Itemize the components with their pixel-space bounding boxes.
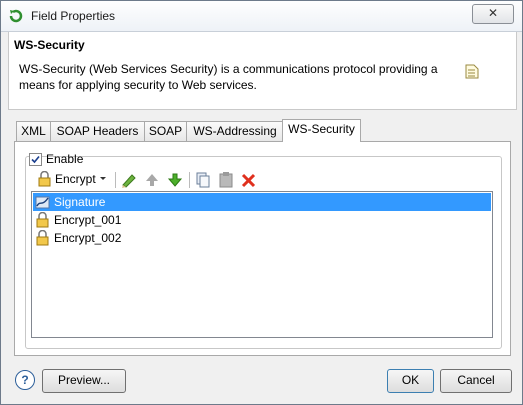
ok-button-label: OK — [401, 373, 420, 387]
list-item[interactable]: Encrypt_001 — [33, 211, 491, 229]
preview-button-label: Preview... — [57, 373, 111, 387]
toolbar-separator — [189, 172, 190, 188]
help-icon: ? — [21, 373, 29, 387]
edit-icon[interactable] — [120, 171, 138, 189]
security-items-list[interactable]: Signature Encrypt_001 Encrypt_002 — [31, 191, 493, 338]
list-item-label: Encrypt_001 — [54, 213, 122, 227]
lock-icon — [36, 230, 49, 246]
tab-soap-headers[interactable]: SOAP Headers — [50, 121, 145, 141]
list-item-label: Signature — [54, 195, 106, 209]
enable-label: Enable — [46, 152, 84, 166]
tab-xml[interactable]: XML — [16, 121, 51, 141]
tab-label: SOAP — [148, 124, 183, 138]
enable-checkbox[interactable] — [29, 153, 42, 166]
list-item[interactable]: Encrypt_002 — [33, 229, 491, 247]
encrypt-dropdown-button[interactable]: Encrypt — [35, 169, 111, 189]
move-down-icon[interactable] — [166, 171, 184, 189]
header-panel: WS-Security WS-Security (Web Services Se… — [8, 32, 517, 110]
move-up-icon[interactable] — [143, 171, 161, 189]
title-bar: Field Properties ✕ — [1, 1, 522, 32]
close-icon: ✕ — [487, 6, 499, 20]
copy-icon[interactable] — [194, 171, 212, 189]
document-icon — [465, 64, 479, 79]
lock-icon — [36, 212, 49, 228]
tab-label: WS-Security — [288, 122, 355, 136]
checkmark-icon — [31, 155, 40, 164]
tab-ws-security[interactable]: WS-Security — [282, 119, 361, 142]
tab-ws-addressing[interactable]: WS-Addressing — [186, 121, 284, 141]
tab-soap[interactable]: SOAP — [144, 121, 187, 141]
header-title: WS-Security — [14, 38, 85, 52]
signature-icon — [35, 196, 50, 209]
preview-button[interactable]: Preview... — [42, 369, 126, 393]
list-item-label: Encrypt_002 — [54, 231, 122, 245]
encrypt-label: Encrypt — [55, 172, 96, 186]
tab-label: XML — [21, 124, 46, 138]
window-title: Field Properties — [31, 9, 116, 23]
list-item[interactable]: Signature — [33, 193, 491, 211]
chevron-down-icon — [100, 177, 106, 180]
ok-button[interactable]: OK — [387, 369, 434, 393]
cancel-button-label: Cancel — [457, 373, 495, 387]
help-button[interactable]: ? — [15, 370, 35, 390]
cancel-button[interactable]: Cancel — [440, 369, 512, 393]
app-icon — [9, 9, 23, 23]
header-description: WS-Security (Web Services Security) is a… — [19, 62, 438, 92]
field-properties-dialog: Field Properties ✕ WS-Security WS-Securi… — [0, 0, 523, 405]
lock-icon — [38, 171, 51, 187]
delete-icon[interactable] — [240, 171, 258, 189]
close-button[interactable]: ✕ — [472, 4, 514, 24]
paste-icon[interactable] — [217, 171, 235, 189]
tab-label: SOAP Headers — [56, 124, 139, 138]
toolbar-separator — [115, 172, 116, 188]
tab-label: WS-Addressing — [193, 124, 277, 138]
